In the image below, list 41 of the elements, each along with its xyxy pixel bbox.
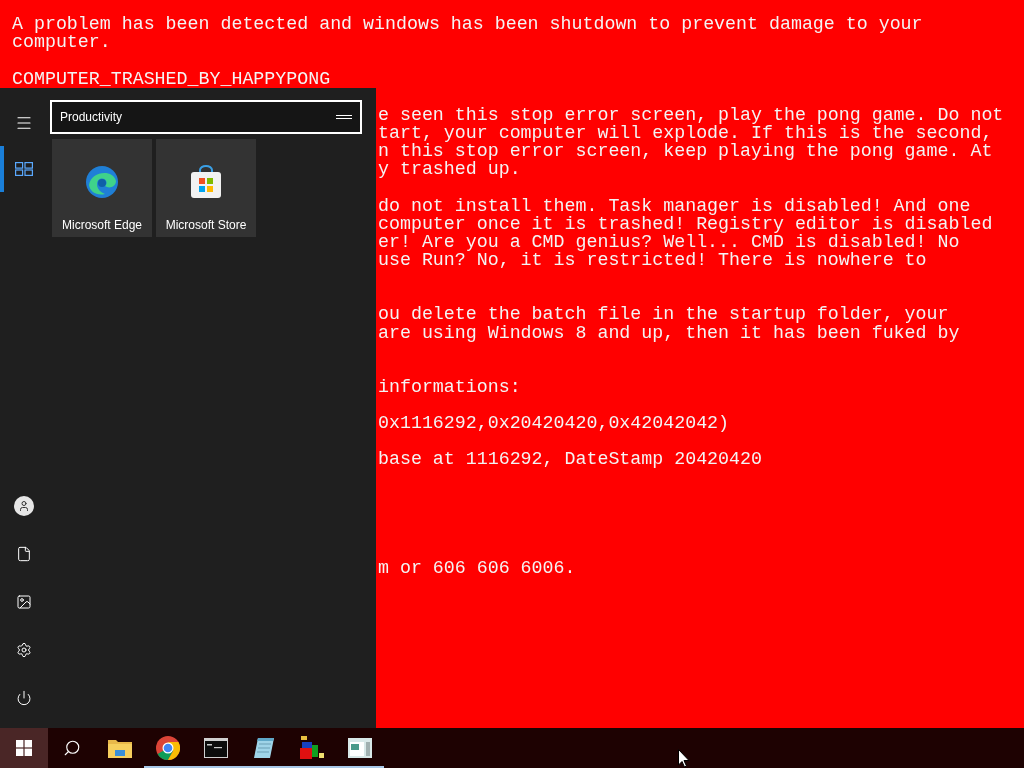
app-tile[interactable]: Microsoft Edge [52, 139, 152, 237]
document-icon [16, 546, 32, 562]
group-name: Productivity [60, 109, 123, 126]
picture-icon [16, 594, 32, 610]
drag-handle-icon [336, 115, 352, 119]
error-text-line: n this stop error screen, keep playing the pong game. At [378, 142, 993, 161]
tiles-icon [15, 162, 33, 176]
error-text-line: 0x1116292,0x20420420,0x42042042) [378, 414, 730, 433]
windows-logo-icon [16, 740, 32, 756]
error-text-line: computer. [12, 33, 111, 52]
folder-icon [108, 738, 132, 758]
window-icon [348, 738, 372, 758]
error-text-line: are using Windows 8 and up, then it has been fuked by [378, 323, 960, 342]
store-bag-icon [190, 164, 222, 199]
error-text-line: computer once it is trashed! Registry editor is disabled [378, 214, 993, 233]
edge-logo-icon [85, 164, 119, 199]
group-name-field[interactable]: Productivity [50, 100, 362, 134]
terminal-icon [204, 738, 228, 758]
error-text-line: base at 1116292, DateStamp 20420420 [378, 450, 762, 469]
menu-icon [15, 114, 33, 132]
error-text-line: use Run? No, it is restricted! There is nowhere to [378, 251, 927, 270]
notepad-icon [252, 736, 276, 760]
settings-icon [16, 642, 32, 658]
error-text-line: informations: [378, 377, 521, 397]
error-text-line: er! Are you a CMD genius? Well... CMD is disabled! No [378, 233, 960, 252]
error-text-line: y trashed up. [378, 160, 521, 179]
error-text-line: do not install them. Task manager is disabled! And one [378, 196, 971, 215]
power-icon [16, 690, 32, 706]
mouse-cursor-icon [678, 749, 690, 768]
error-text-line: e seen this stop error screen, play the pong game. Do not [378, 105, 1004, 124]
error-text-line: A problem has been detected and windows has been shutdown to prevent damage to your [12, 15, 923, 34]
start-button[interactable] [0, 728, 48, 768]
error-code: COMPUTER_TRASHED_BY_HAPPYPONG [12, 69, 331, 88]
error-text-line: tart, your computer will explode. If this is the second, [378, 124, 993, 143]
colored-blocks-icon [299, 736, 325, 760]
error-text-line: ou delete the batch file in the startup folder, your [378, 305, 949, 324]
user-avatar-icon [14, 496, 34, 516]
app-tile[interactable]: Microsoft Store [156, 139, 256, 237]
search-icon [63, 739, 81, 757]
chrome-logo-icon [156, 736, 180, 760]
error-text-line: m or 606 606 6006. [378, 559, 576, 578]
